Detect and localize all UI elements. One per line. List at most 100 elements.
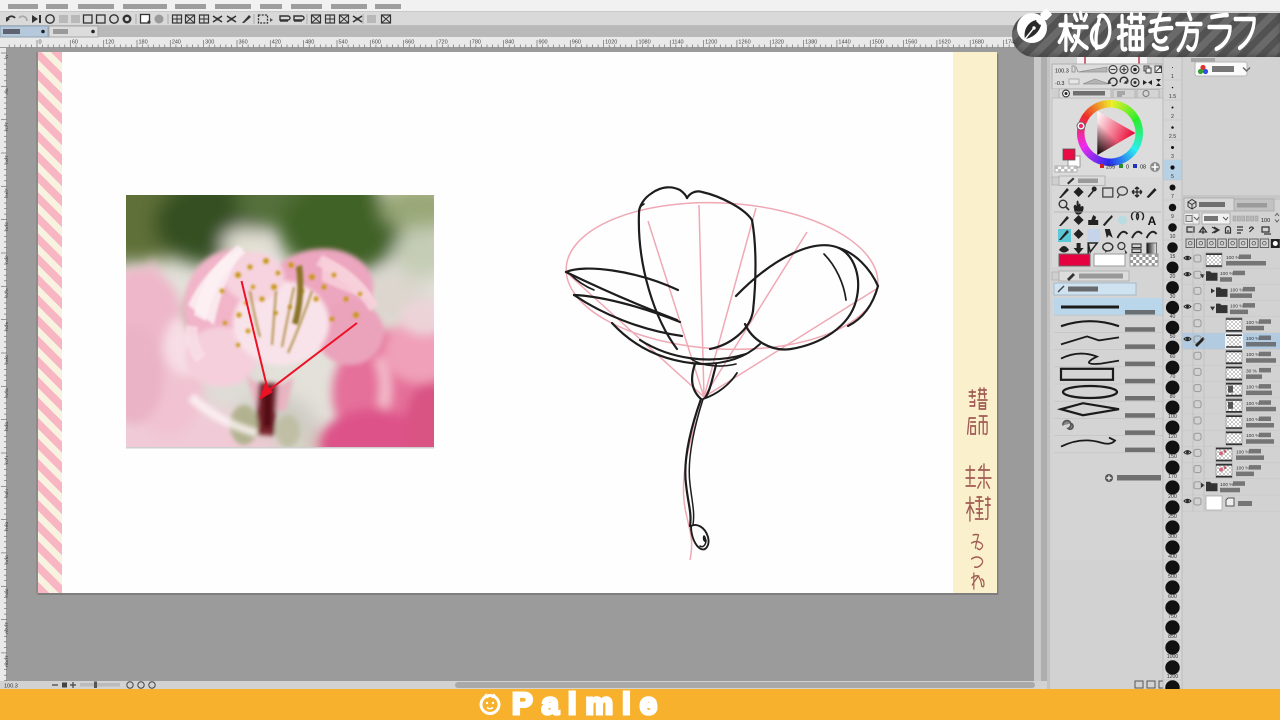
svg-text:100 %: 100 % — [1246, 401, 1260, 407]
svg-text:180: 180 — [4, 155, 9, 164]
svg-text:150: 150 — [1168, 454, 1177, 460]
svg-text:900: 900 — [4, 555, 9, 564]
svg-text:100.3: 100.3 — [1055, 69, 1069, 75]
svg-text:9: 9 — [1171, 214, 1174, 220]
svg-text:100 %: 100 % — [1220, 482, 1234, 488]
svg-text:120: 120 — [1168, 434, 1177, 440]
svg-text:840: 840 — [505, 40, 514, 46]
svg-text:120: 120 — [4, 122, 9, 131]
svg-text:1320: 1320 — [772, 40, 784, 46]
svg-text:780: 780 — [4, 488, 9, 497]
svg-text:30 %: 30 % — [1246, 368, 1258, 374]
svg-text:1140: 1140 — [672, 40, 684, 46]
svg-text:1080: 1080 — [638, 40, 650, 46]
svg-text:255: 255 — [1106, 165, 1115, 171]
svg-text:40: 40 — [1170, 314, 1176, 320]
svg-text:Palmie: Palmie — [512, 689, 666, 720]
svg-text:100 %: 100 % — [1246, 433, 1260, 439]
svg-text:840: 840 — [4, 522, 9, 531]
svg-text:1.5: 1.5 — [1169, 94, 1176, 100]
svg-text:100 %: 100 % — [1230, 304, 1244, 310]
svg-text:100 %: 100 % — [1246, 352, 1260, 358]
svg-text:360: 360 — [4, 255, 9, 264]
svg-text:1000: 1000 — [1167, 654, 1179, 660]
svg-text:1260: 1260 — [738, 40, 750, 46]
svg-text:80: 80 — [1170, 394, 1176, 400]
svg-text:960: 960 — [4, 588, 9, 597]
svg-text:2.5: 2.5 — [1169, 134, 1176, 140]
svg-text:420: 420 — [272, 40, 281, 46]
svg-text:1560: 1560 — [905, 40, 917, 46]
svg-text:5: 5 — [1171, 174, 1174, 180]
svg-text:300: 300 — [4, 222, 9, 231]
svg-text:60: 60 — [4, 88, 9, 94]
svg-text:720: 720 — [4, 455, 9, 464]
svg-text:180: 180 — [138, 40, 147, 46]
svg-text:170: 170 — [1168, 474, 1177, 480]
svg-text:60: 60 — [72, 40, 78, 46]
svg-text:50: 50 — [1170, 334, 1176, 340]
svg-text:15: 15 — [1170, 254, 1176, 260]
svg-text:540: 540 — [338, 40, 347, 46]
svg-text:10: 10 — [1170, 234, 1176, 240]
svg-text:1680: 1680 — [972, 40, 984, 46]
svg-text:70: 70 — [1170, 374, 1176, 380]
svg-text:600: 600 — [1168, 594, 1177, 600]
svg-text:A: A — [1148, 214, 1157, 228]
svg-text:250: 250 — [1168, 514, 1177, 520]
svg-text:100 %: 100 % — [1230, 287, 1244, 293]
svg-text:660: 660 — [405, 40, 414, 46]
svg-text:100 %: 100 % — [1236, 466, 1250, 472]
svg-text:1440: 1440 — [838, 40, 850, 46]
svg-text:60: 60 — [1170, 354, 1176, 360]
svg-text:100: 100 — [1168, 414, 1177, 420]
svg-text:100: 100 — [1261, 218, 1270, 224]
svg-text:300: 300 — [205, 40, 214, 46]
svg-text:7: 7 — [1171, 194, 1174, 200]
svg-text:100 %: 100 % — [1246, 320, 1260, 326]
svg-text:100 %: 100 % — [1226, 255, 1240, 261]
svg-text:420: 420 — [4, 288, 9, 297]
svg-text:0: 0 — [1126, 165, 1129, 171]
svg-text:540: 540 — [4, 355, 9, 364]
svg-text:-0.3: -0.3 — [1055, 81, 1064, 87]
svg-text:1380: 1380 — [805, 40, 817, 46]
svg-text:400: 400 — [1168, 554, 1177, 560]
svg-text:3: 3 — [1171, 154, 1174, 160]
svg-text:600: 600 — [4, 388, 9, 397]
svg-text:240: 240 — [4, 188, 9, 197]
svg-text:660: 660 — [4, 422, 9, 431]
svg-text:360: 360 — [238, 40, 247, 46]
svg-text:1080: 1080 — [4, 655, 9, 667]
svg-text:500: 500 — [1168, 574, 1177, 580]
svg-text:08: 08 — [1140, 165, 1146, 171]
svg-text:100 %: 100 % — [1246, 417, 1260, 423]
svg-text:1200: 1200 — [705, 40, 717, 46]
svg-text:600: 600 — [372, 40, 381, 46]
svg-text:1500: 1500 — [872, 40, 884, 46]
svg-text:480: 480 — [4, 322, 9, 331]
svg-text:1620: 1620 — [938, 40, 950, 46]
svg-text:480: 480 — [305, 40, 314, 46]
svg-text:720: 720 — [438, 40, 447, 46]
svg-text:1200: 1200 — [1167, 674, 1179, 680]
svg-text:30: 30 — [1170, 294, 1176, 300]
svg-text:780: 780 — [472, 40, 481, 46]
svg-text:20: 20 — [1170, 274, 1176, 280]
svg-text:100 %: 100 % — [1246, 336, 1260, 342]
svg-text:100 %: 100 % — [1246, 385, 1260, 391]
svg-text:100 %: 100 % — [1236, 449, 1250, 455]
svg-text:2: 2 — [1171, 114, 1174, 120]
svg-text:750: 750 — [1168, 614, 1177, 620]
svg-text:100 %: 100 % — [1220, 271, 1234, 277]
svg-text:850: 850 — [1168, 634, 1177, 640]
svg-text:960: 960 — [572, 40, 581, 46]
svg-text:120: 120 — [105, 40, 114, 46]
svg-text:240: 240 — [172, 40, 181, 46]
svg-text:1: 1 — [1171, 74, 1174, 80]
svg-text:1020: 1020 — [4, 622, 9, 634]
svg-text:200: 200 — [1168, 494, 1177, 500]
svg-text:0: 0 — [39, 40, 42, 46]
svg-text:1020: 1020 — [605, 40, 617, 46]
svg-text:900: 900 — [538, 40, 547, 46]
